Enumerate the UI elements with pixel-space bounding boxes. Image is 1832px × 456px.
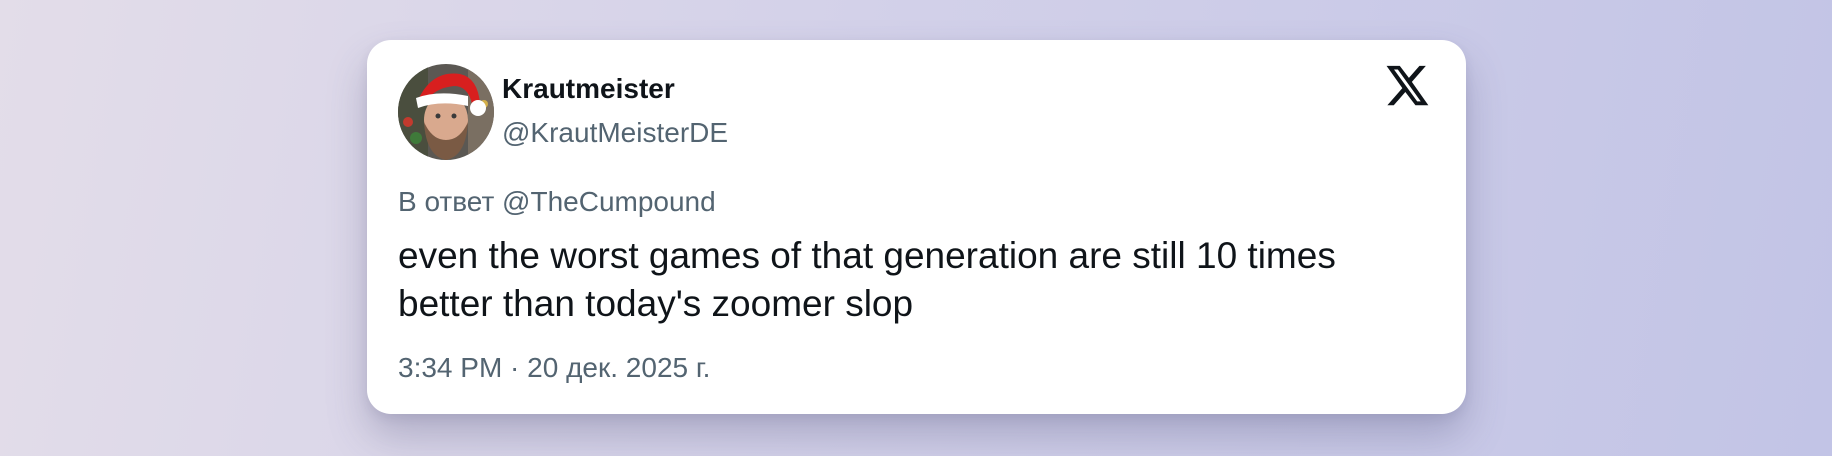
tweet-text: even the worst games of that generation … [398, 235, 1336, 324]
tweet-card: Krautmeister @KrautMeisterDE В ответ @Th… [367, 40, 1466, 414]
avatar-image [398, 64, 494, 160]
reply-context: В ответ @TheCumpound [398, 186, 716, 218]
author-avatar[interactable] [398, 64, 494, 160]
author-handle[interactable]: @KrautMeisterDE [502, 117, 728, 149]
reply-target-handle[interactable]: @TheCumpound [502, 186, 716, 217]
x-logo-icon[interactable] [1386, 65, 1430, 107]
reply-prefix: В ответ [398, 186, 495, 217]
tweet-timestamp[interactable]: 3:34 PM · 20 дек. 2025 г. [398, 352, 710, 384]
author-display-name[interactable]: Krautmeister [502, 73, 675, 105]
x-logo-glyph [1386, 65, 1429, 106]
